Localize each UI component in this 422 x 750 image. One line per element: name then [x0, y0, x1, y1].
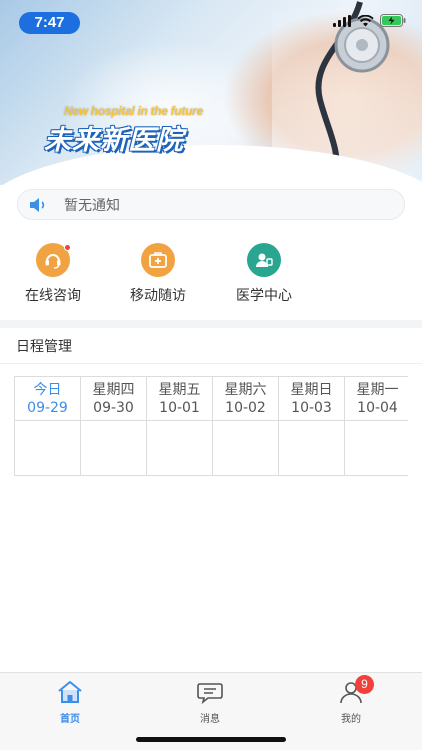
schedule-day-date: 10-02	[225, 400, 266, 416]
schedule-grid: 今日 09-29 星期四 09-30 星期五 10-01 星期六 10-02 星…	[14, 376, 408, 476]
tab-label: 我的	[341, 714, 361, 725]
home-icon	[40, 679, 100, 705]
schedule-day-column[interactable]: 星期日 10-03	[279, 377, 345, 475]
profile-badge: 9	[355, 675, 374, 694]
notice-bar[interactable]: 暂无通知	[17, 189, 405, 220]
schedule-day-date: 10-03	[291, 400, 332, 416]
tab-label: 消息	[200, 714, 220, 725]
quick-action-medical-center[interactable]: 医学中心	[224, 243, 304, 305]
status-icons	[333, 14, 406, 27]
schedule-day-column[interactable]: 星期五 10-01	[147, 377, 213, 475]
speaker-icon	[28, 195, 48, 215]
signal-icon	[333, 14, 351, 27]
tab-profile[interactable]: 9 我的	[321, 675, 381, 725]
user-icon: 9	[321, 675, 381, 705]
schedule-day-header: 今日 09-29	[15, 377, 80, 421]
schedule-day-name: 今日	[33, 382, 62, 398]
banner-subtitle: New hospital in the future	[64, 104, 203, 118]
doctor-icon	[247, 243, 281, 277]
tab-home[interactable]: 首页	[40, 679, 100, 725]
section-line	[0, 363, 422, 364]
status-time: 7:47	[19, 12, 80, 34]
tab-label: 首页	[60, 714, 80, 725]
notification-dot	[64, 244, 71, 251]
quick-action-label: 在线咨询	[25, 288, 81, 304]
schedule-day-column[interactable]: 星期一 10-04	[345, 377, 408, 475]
quick-action-online-consult[interactable]: 在线咨询	[13, 243, 93, 305]
schedule-day-header: 星期四 09-30	[81, 377, 146, 421]
schedule-day-name: 星期日	[290, 382, 333, 398]
schedule-day-header: 星期一 10-04	[345, 377, 408, 421]
banner-title: 未来新医院	[44, 125, 184, 156]
section-divider	[0, 320, 422, 328]
wifi-icon	[357, 14, 374, 26]
schedule-day-header: 星期日 10-03	[279, 377, 344, 421]
schedule-day-column[interactable]: 今日 09-29	[15, 377, 81, 475]
schedule-day-header: 星期五 10-01	[147, 377, 212, 421]
schedule-day-name: 星期四	[92, 382, 135, 398]
schedule-day-date: 09-29	[27, 400, 68, 416]
notice-text: 暂无通知	[64, 197, 120, 214]
schedule-title: 日程管理	[16, 339, 72, 355]
battery-charging-icon	[380, 14, 406, 27]
quick-action-label: 医学中心	[236, 288, 292, 304]
schedule-day-name: 星期五	[158, 382, 201, 398]
schedule-day-column[interactable]: 星期六 10-02	[213, 377, 279, 475]
quick-action-label: 移动随访	[130, 288, 186, 304]
tab-messages[interactable]: 消息	[180, 679, 240, 725]
schedule-day-header: 星期六 10-02	[213, 377, 278, 421]
schedule-day-date: 09-30	[93, 400, 134, 416]
medical-kit-icon	[141, 243, 175, 277]
schedule-day-column[interactable]: 星期四 09-30	[81, 377, 147, 475]
home-indicator	[136, 737, 286, 742]
schedule-day-date: 10-01	[159, 400, 200, 416]
schedule-day-name: 星期一	[356, 382, 399, 398]
schedule-day-name: 星期六	[224, 382, 267, 398]
quick-action-mobile-followup[interactable]: 移动随访	[118, 243, 198, 305]
chat-icon	[180, 679, 240, 705]
schedule-day-date: 10-04	[357, 400, 398, 416]
headset-icon	[36, 243, 71, 277]
